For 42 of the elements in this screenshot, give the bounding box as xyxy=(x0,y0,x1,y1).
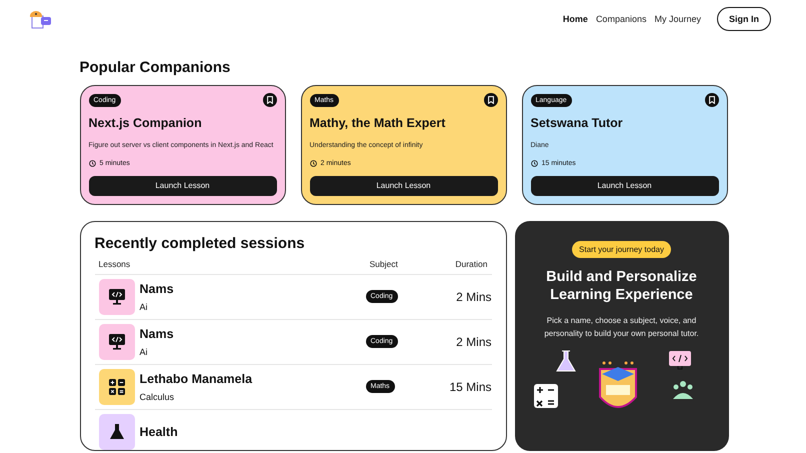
nav-link[interactable]: My Journey xyxy=(654,14,701,24)
bookmark-button[interactable] xyxy=(262,93,276,107)
column-header: Lessons xyxy=(94,256,366,275)
flask-icon xyxy=(108,422,126,441)
companion-name: Next.js Companion xyxy=(88,116,203,130)
code-monitor-icon xyxy=(108,333,126,350)
code-monitor-icon xyxy=(108,288,126,306)
bookmark-icon xyxy=(266,96,272,104)
bookmark-button[interactable] xyxy=(704,93,718,107)
lesson-name: Lethabo Manamela xyxy=(140,372,252,386)
launch-lesson-button[interactable]: Launch Lesson xyxy=(530,176,718,196)
column-header: Subject xyxy=(366,256,446,275)
clock-icon xyxy=(88,160,96,167)
launch-lesson-button[interactable]: Launch Lesson xyxy=(310,176,498,196)
nav-link[interactable]: Home xyxy=(562,14,588,24)
duration-text: 2 Mins xyxy=(456,290,492,304)
sign-in-button[interactable]: Sign In xyxy=(717,7,771,31)
launch-lesson-button[interactable]: Launch Lesson xyxy=(88,176,276,196)
clock-icon xyxy=(310,160,316,167)
duration-text: 15 Mins xyxy=(449,380,492,394)
lesson-topic: Calculus xyxy=(140,392,176,402)
duration-text: 2 Mins xyxy=(456,334,492,349)
section-title: Popular Companions xyxy=(80,59,232,76)
lesson-name: Health xyxy=(140,424,178,439)
sessions-title: Recently completed sessions xyxy=(94,234,306,252)
lesson-name: Nams xyxy=(140,326,174,341)
nav-link[interactable]: Companions xyxy=(596,14,646,24)
logo-icon[interactable] xyxy=(29,10,52,28)
journey-badge: Start your journey today xyxy=(572,240,671,258)
companion-name: Mathy, the Math Expert xyxy=(310,116,446,130)
cta-title: Build and Personalize Learning Experience xyxy=(545,268,698,304)
companion-name: Setswana Tutor xyxy=(530,116,624,130)
lesson-name: Nams xyxy=(140,282,174,296)
bookmark-button[interactable] xyxy=(484,93,498,107)
bookmark-icon xyxy=(708,96,714,104)
lesson-topic: Ai xyxy=(140,346,149,357)
bookmark-icon xyxy=(488,96,494,104)
cta-text: Pick a name, choose a subject, voice, and personality to build your own personal tutor. xyxy=(543,315,700,340)
lesson-topic: Ai xyxy=(140,302,149,312)
clock-icon xyxy=(530,160,538,167)
calculator-icon xyxy=(108,378,126,396)
column-header: Duration xyxy=(446,256,492,275)
